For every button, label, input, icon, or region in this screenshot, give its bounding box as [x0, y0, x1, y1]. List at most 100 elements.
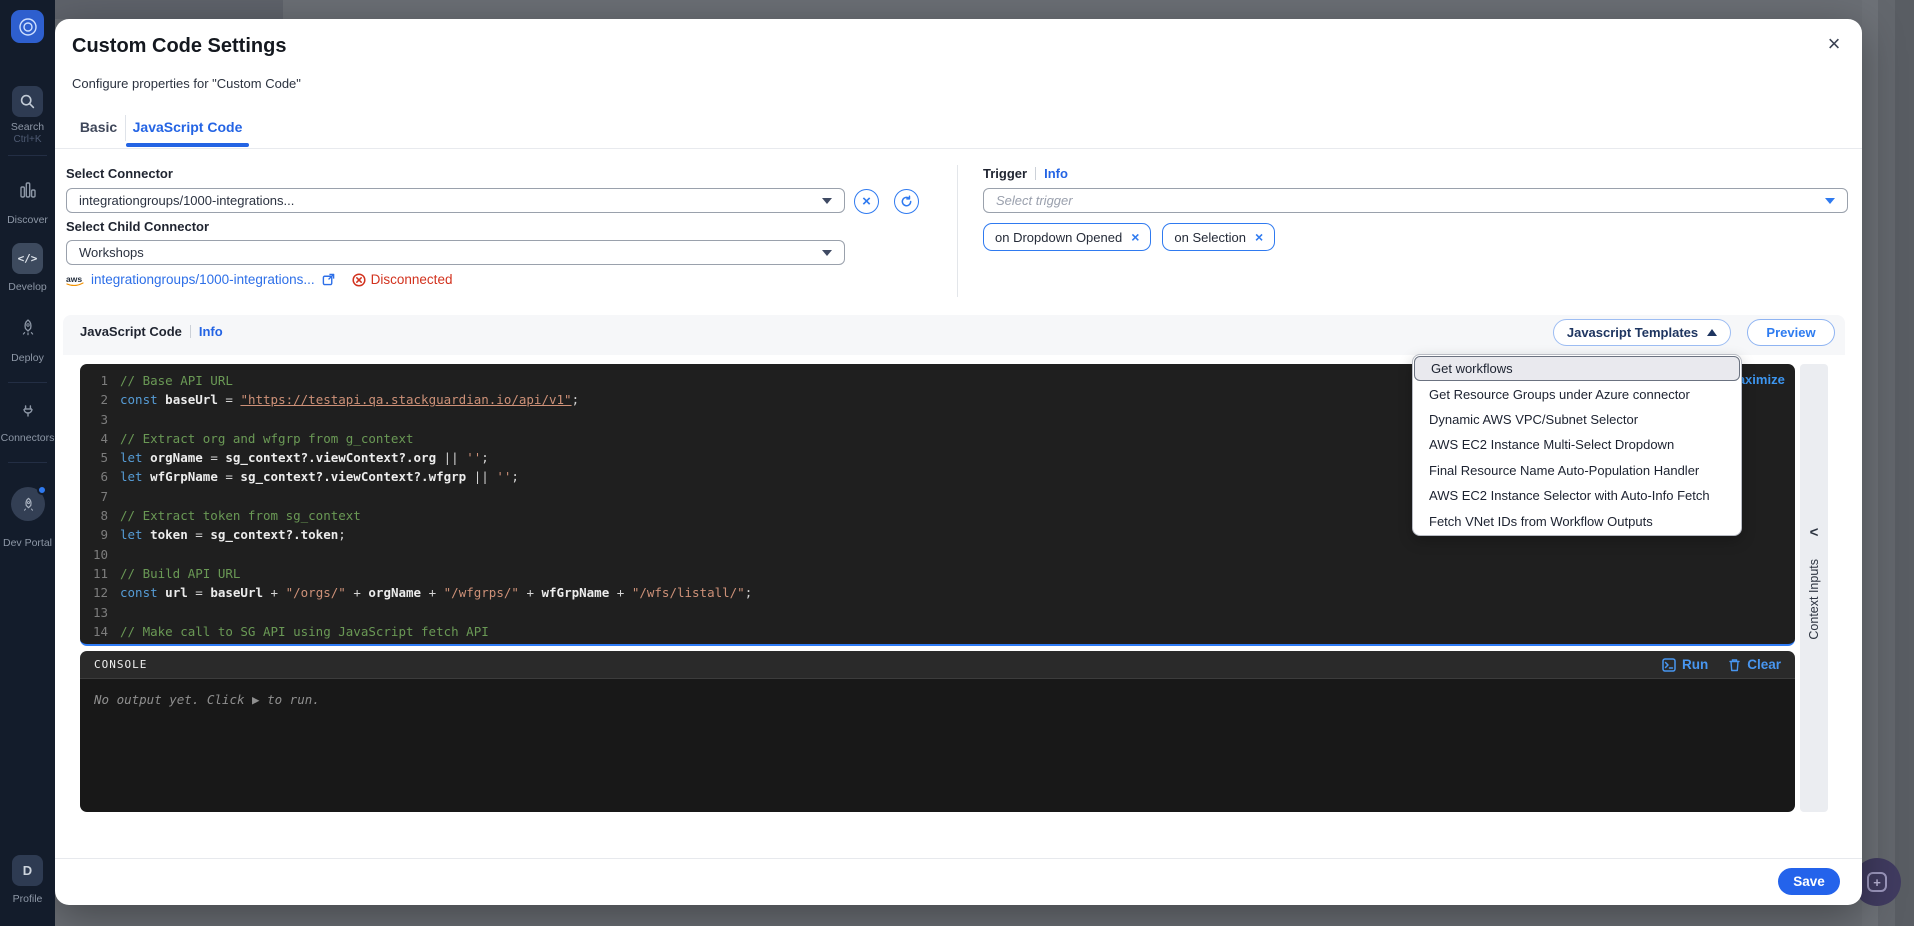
code-token: [143, 525, 151, 544]
code-token: const: [120, 390, 158, 409]
console-title: CONSOLE: [94, 658, 147, 671]
remove-chip-icon[interactable]: ×: [1131, 229, 1139, 245]
line-number: 13: [84, 603, 108, 622]
code-token: "/wfs/listall/": [632, 583, 745, 602]
logo-icon: [17, 16, 39, 38]
sidebar-label-develop: Develop: [0, 281, 55, 293]
code-token: =: [188, 525, 211, 544]
line-number: 5: [84, 448, 108, 467]
sidebar-label-profile: Profile: [0, 893, 55, 905]
select-connector-dropdown[interactable]: integrationgroups/1000-integrations...: [66, 188, 845, 213]
clear-connector-button[interactable]: ×: [854, 189, 879, 214]
context-inputs-panel-toggle[interactable]: < Context Inputs: [1800, 364, 1828, 812]
line-number: 6: [84, 467, 108, 486]
context-inputs-label: Context Inputs: [1807, 559, 1821, 640]
code-token: // Build API URL: [120, 564, 240, 583]
sidebar-divider: [8, 462, 47, 463]
modal-subtitle: Configure properties for "Custom Code": [72, 76, 301, 91]
select-child-connector-value: Workshops: [79, 245, 144, 260]
aws-logo-icon: aws: [66, 274, 84, 286]
external-link-icon[interactable]: [322, 273, 335, 286]
line-number: 4: [84, 429, 108, 448]
code-token: +: [346, 583, 369, 602]
trigger-info-link[interactable]: Info: [1044, 166, 1068, 181]
code-token: ;: [511, 467, 519, 486]
code-token: "/wfgrps/": [444, 583, 519, 602]
template-menu-item[interactable]: Get workflows: [1414, 356, 1740, 381]
code-token: sg_context?.viewContext?.org: [225, 448, 436, 467]
chevron-left-icon: <: [1800, 524, 1828, 541]
tab-javascript-code[interactable]: JavaScript Code: [126, 119, 249, 135]
select-child-connector-label: Select Child Connector: [66, 219, 209, 234]
clear-button[interactable]: Clear: [1728, 657, 1781, 672]
sidebar-item-develop[interactable]: </>: [12, 243, 43, 274]
javascript-templates-button[interactable]: Javascript Templates: [1553, 319, 1731, 346]
run-button[interactable]: Run: [1662, 657, 1708, 672]
code-token: // Make call to SG API using JavaScript …: [120, 622, 489, 641]
sidebar-item-connectors[interactable]: [0, 402, 55, 420]
code-token: "/orgs/": [286, 583, 346, 602]
connector-link[interactable]: integrationgroups/1000-integrations...: [91, 272, 315, 287]
template-menu-item[interactable]: Final Resource Name Auto-Population Hand…: [1413, 458, 1741, 483]
label-separator: [190, 325, 191, 338]
column-divider: [957, 165, 958, 297]
code-token: ||: [436, 448, 466, 467]
code-token: '': [496, 467, 511, 486]
active-tab-indicator: [126, 143, 249, 147]
code-line: 14// Make call to SG API using JavaScrip…: [80, 622, 1795, 641]
javascript-code-label: JavaScript CodeInfo: [80, 324, 223, 339]
chevron-up-icon: [1707, 329, 1717, 336]
sidebar-item-profile[interactable]: D: [12, 855, 43, 886]
trigger-chip[interactable]: on Dropdown Opened×: [983, 223, 1151, 251]
code-token: token: [150, 525, 188, 544]
footer-divider: [55, 858, 1862, 859]
save-button[interactable]: Save: [1778, 868, 1840, 895]
backdrop-panel: [55, 0, 283, 19]
code-token: orgName: [368, 583, 421, 602]
tab-basic[interactable]: Basic: [71, 119, 126, 135]
trigger-chips: on Dropdown Opened× on Selection×: [983, 223, 1275, 251]
select-child-connector-dropdown[interactable]: Workshops: [66, 240, 845, 265]
run-terminal-icon: [1662, 658, 1676, 672]
select-trigger-dropdown[interactable]: Select trigger: [983, 188, 1848, 213]
code-line: 10: [80, 545, 1795, 564]
code-token: let: [120, 467, 143, 486]
code-token: =: [188, 583, 211, 602]
svg-text:aws: aws: [66, 274, 82, 284]
trigger-chip[interactable]: on Selection×: [1162, 223, 1275, 251]
notification-dot: [37, 485, 47, 495]
close-icon[interactable]: ×: [1820, 30, 1848, 58]
console-output: No output yet. Click ▶ to run.: [80, 679, 1795, 812]
sidebar-label-dev-portal: Dev Portal: [0, 537, 55, 549]
line-number: 9: [84, 525, 108, 544]
line-number: 7: [84, 487, 108, 506]
template-menu-item[interactable]: Fetch VNet IDs from Workflow Outputs: [1413, 508, 1741, 533]
code-token: [158, 390, 166, 409]
divider: [55, 148, 1862, 149]
template-menu-item[interactable]: AWS EC2 Instance Multi-Select Dropdown: [1413, 432, 1741, 457]
template-menu-item[interactable]: Dynamic AWS VPC/Subnet Selector: [1413, 407, 1741, 432]
sidebar-item-discover[interactable]: [0, 181, 55, 199]
code-token: +: [421, 583, 444, 602]
template-menu-item[interactable]: Get Resource Groups under Azure connecto…: [1413, 381, 1741, 406]
code-token: wfGrpName: [150, 467, 218, 486]
line-number: 1: [84, 371, 108, 390]
status-badge: Disconnected: [352, 272, 453, 287]
run-button-label: Run: [1682, 657, 1708, 672]
remove-chip-icon[interactable]: ×: [1255, 229, 1263, 245]
refresh-icon: [900, 195, 913, 208]
sidebar-item-deploy[interactable]: [0, 318, 55, 336]
code-token: orgName: [150, 448, 203, 467]
backdrop-panel: [1862, 0, 1878, 926]
code-token: =: [203, 448, 226, 467]
javascript-code-info-link[interactable]: Info: [199, 324, 223, 339]
code-token: +: [609, 583, 632, 602]
code-line: 11// Build API URL: [80, 564, 1795, 583]
template-menu-item[interactable]: AWS EC2 Instance Selector with Auto-Info…: [1413, 483, 1741, 508]
sidebar-item-search[interactable]: [12, 86, 43, 117]
sidebar-divider: [8, 155, 47, 156]
preview-button[interactable]: Preview: [1747, 319, 1835, 346]
status-text: Disconnected: [371, 272, 453, 287]
refresh-connector-button[interactable]: [894, 189, 919, 214]
app-logo[interactable]: [11, 10, 44, 43]
